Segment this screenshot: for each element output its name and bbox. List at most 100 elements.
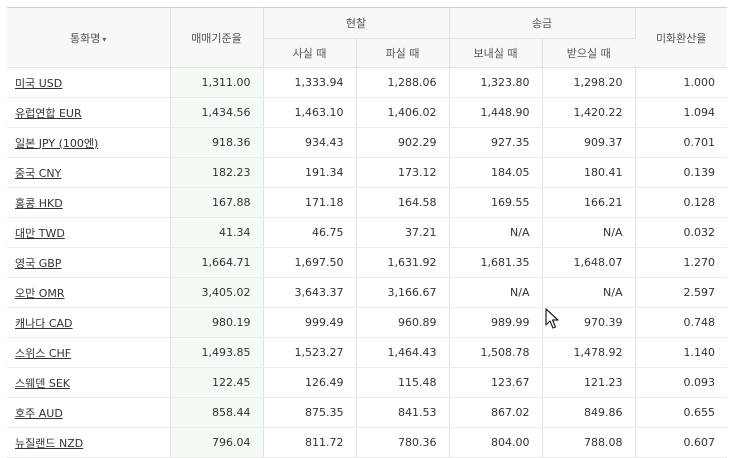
cash-sell-cell: 115.48 — [356, 367, 450, 398]
currency-name-link[interactable]: 스웨덴 SEK — [15, 377, 70, 390]
currency-name-cell: 중국 CNY — [7, 157, 171, 188]
currency-name-cell: 일본 JPY (100엔) — [7, 127, 171, 158]
cash-sell-cell: 173.12 — [356, 157, 450, 188]
base-rate-cell: 1,311.00 — [170, 67, 264, 98]
usd-rate-cell: 0.128 — [635, 187, 727, 218]
usd-rate-cell: 1.000 — [635, 67, 727, 98]
transfer-send-header: 보내실 때 — [449, 38, 543, 68]
cash-sell-cell: 902.29 — [356, 127, 450, 158]
sort-down-icon[interactable]: ▾ — [102, 35, 106, 44]
usd-rate-cell: 0.032 — [635, 217, 727, 248]
table-row: 미국 USD 1,311.00 1,333.94 1,288.06 1,323.80 1,… — [7, 67, 727, 98]
currency-name-cell: 뉴질랜드 NZD — [7, 427, 171, 458]
table-header: 통화명 ▾ 매매기준율 현찰 송금 미화환산율 사실 때 파실 때 보내실 때 받… — [7, 7, 727, 68]
transfer-send-cell: N/A — [449, 217, 543, 248]
currency-name-link[interactable]: 일본 JPY (100엔) — [15, 137, 98, 150]
table-row: 스웨덴 SEK 122.45 126.49 115.48 123.67 121.23 0.0… — [7, 367, 727, 398]
cash-buy-cell: 811.72 — [263, 427, 357, 458]
cash-buy-header: 사실 때 — [263, 38, 357, 68]
transfer-receive-cell: N/A — [542, 277, 636, 308]
currency-name-link[interactable]: 미국 USD — [15, 77, 62, 90]
cash-buy-cell: 3,643.37 — [263, 277, 357, 308]
transfer-send-cell: 123.67 — [449, 367, 543, 398]
cash-sell-header: 파실 때 — [356, 38, 450, 68]
cash-buy-cell: 191.34 — [263, 157, 357, 188]
base-rate-cell: 1,664.71 — [170, 247, 264, 278]
cash-buy-cell: 1,463.10 — [263, 97, 357, 128]
currency-name-link[interactable]: 호주 AUD — [15, 407, 63, 420]
usd-rate-cell: 0.139 — [635, 157, 727, 188]
currency-name-link[interactable]: 홍콩 HKD — [15, 197, 63, 210]
usd-rate-cell: 1.140 — [635, 337, 727, 368]
cash-buy-cell: 46.75 — [263, 217, 357, 248]
table-row: 유럽연합 EUR 1,434.56 1,463.10 1,406.02 1,448.90… — [7, 97, 727, 128]
transfer-send-cell: 927.35 — [449, 127, 543, 158]
usd-rate-cell: 0.607 — [635, 427, 727, 458]
cash-sell-cell: 960.89 — [356, 307, 450, 338]
usd-rate-cell: 0.748 — [635, 307, 727, 338]
cash-buy-cell: 1,697.50 — [263, 247, 357, 278]
transfer-receive-cell: 180.41 — [542, 157, 636, 188]
transfer-send-cell: 867.02 — [449, 397, 543, 428]
table-row: 홍콩 HKD 167.88 171.18 164.58 169.55 166.21 0.12… — [7, 187, 727, 218]
usd-rate-cell: 1.094 — [635, 97, 727, 128]
base-rate-cell: 122.45 — [170, 367, 264, 398]
transfer-receive-cell: 166.21 — [542, 187, 636, 218]
transfer-receive-cell: 121.23 — [542, 367, 636, 398]
cash-buy-cell: 171.18 — [263, 187, 357, 218]
currency-name-link[interactable]: 뉴질랜드 NZD — [15, 437, 83, 450]
currency-name-link[interactable]: 중국 CNY — [15, 167, 61, 180]
cash-sell-cell: 1,631.92 — [356, 247, 450, 278]
base-rate-cell: 858.44 — [170, 397, 264, 428]
exchange-rate-page: 통화명 ▾ 매매기준율 현찰 송금 미화환산율 사실 때 파실 때 보내실 때 받… — [0, 0, 734, 458]
cash-sell-cell: 37.21 — [356, 217, 450, 248]
base-rate-cell: 182.23 — [170, 157, 264, 188]
currency-name-cell: 호주 AUD — [7, 397, 171, 428]
cash-buy-cell: 1,333.94 — [263, 67, 357, 98]
base-rate-cell: 41.34 — [170, 217, 264, 248]
currency-name-link[interactable]: 유럽연합 EUR — [15, 107, 82, 120]
transfer-receive-cell: 849.86 — [542, 397, 636, 428]
currency-name-cell: 오만 OMR — [7, 277, 171, 308]
exchange-rate-table: 통화명 ▾ 매매기준율 현찰 송금 미화환산율 사실 때 파실 때 보내실 때 받… — [7, 7, 727, 458]
cash-sell-cell: 164.58 — [356, 187, 450, 218]
transfer-receive-cell: 1,648.07 — [542, 247, 636, 278]
transfer-send-cell: 1,681.35 — [449, 247, 543, 278]
usd-rate-header: 미화환산율 — [635, 7, 727, 68]
table-row: 대만 TWD 41.34 46.75 37.21 N/A N/A 0.032 — [7, 217, 727, 248]
currency-name-link[interactable]: 대만 TWD — [15, 227, 65, 240]
base-rate-cell: 796.04 — [170, 427, 264, 458]
currency-name-cell: 유럽연합 EUR — [7, 97, 171, 128]
usd-rate-cell: 0.655 — [635, 397, 727, 428]
base-rate-cell: 1,493.85 — [170, 337, 264, 368]
cash-buy-cell: 126.49 — [263, 367, 357, 398]
transfer-receive-cell: 909.37 — [542, 127, 636, 158]
cash-sell-cell: 1,406.02 — [356, 97, 450, 128]
transfer-receive-cell: 788.08 — [542, 427, 636, 458]
base-rate-cell: 980.19 — [170, 307, 264, 338]
cash-sell-cell: 841.53 — [356, 397, 450, 428]
transfer-group-header: 송금 — [449, 7, 636, 39]
cash-buy-cell: 1,523.27 — [263, 337, 357, 368]
currency-column-header[interactable]: 통화명 ▾ — [7, 7, 171, 68]
currency-name-link[interactable]: 영국 GBP — [15, 257, 61, 270]
currency-name-cell: 스위스 CHF — [7, 337, 171, 368]
cash-sell-cell: 1,288.06 — [356, 67, 450, 98]
transfer-send-cell: 1,448.90 — [449, 97, 543, 128]
table-row: 호주 AUD 858.44 875.35 841.53 867.02 849.86 0.65… — [7, 397, 727, 428]
currency-name-link[interactable]: 캐나다 CAD — [15, 317, 73, 330]
base-rate-cell: 1,434.56 — [170, 97, 264, 128]
table-row: 캐나다 CAD 980.19 999.49 960.89 989.99 970.39 0.7… — [7, 307, 727, 338]
base-rate-cell: 918.36 — [170, 127, 264, 158]
currency-name-link[interactable]: 스위스 CHF — [15, 347, 71, 360]
currency-name-cell: 영국 GBP — [7, 247, 171, 278]
transfer-send-cell: 169.55 — [449, 187, 543, 218]
cash-sell-cell: 1,464.43 — [356, 337, 450, 368]
currency-name-link[interactable]: 오만 OMR — [15, 287, 65, 300]
cash-buy-cell: 999.49 — [263, 307, 357, 338]
currency-header-label: 통화명 — [70, 31, 101, 45]
currency-name-cell: 미국 USD — [7, 67, 171, 98]
base-rate-cell: 167.88 — [170, 187, 264, 218]
transfer-receive-cell: 1,478.92 — [542, 337, 636, 368]
cash-sell-cell: 780.36 — [356, 427, 450, 458]
